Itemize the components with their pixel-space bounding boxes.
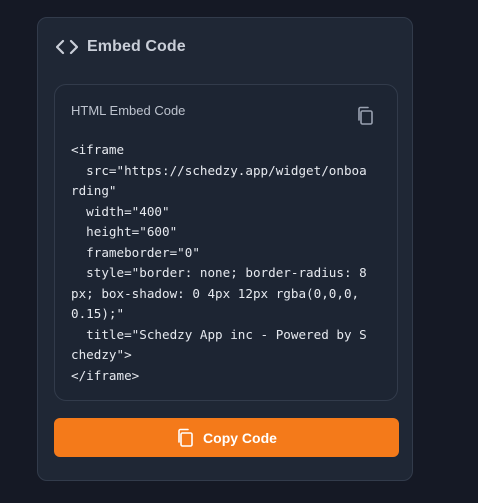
card-title: Embed Code bbox=[87, 38, 186, 55]
code-brackets-icon bbox=[56, 38, 78, 56]
copy-button-label: Copy Code bbox=[203, 429, 277, 446]
card-header: Embed Code bbox=[56, 38, 186, 56]
copy-code-button[interactable]: Copy Code bbox=[54, 418, 399, 457]
code-line: height="600" bbox=[71, 224, 178, 239]
code-line: </iframe> bbox=[71, 367, 140, 383]
code-box: HTML Embed Code <iframe src="https://sch… bbox=[54, 84, 398, 401]
code-line: chedzy"> bbox=[71, 347, 132, 362]
code-line: title="Schedzy App inc - Powered by S bbox=[71, 326, 367, 342]
code-line: frameborder="0" bbox=[71, 244, 200, 260]
embed-code-text[interactable]: <iframe src="https://schedzy.app/widget/… bbox=[71, 140, 383, 386]
code-line: <iframe bbox=[71, 142, 125, 157]
code-line: width="400" bbox=[71, 203, 170, 219]
code-line: 0.15);" bbox=[71, 306, 125, 321]
code-line: rding" bbox=[71, 183, 117, 198]
embed-code-card: Embed Code HTML Embed Code <iframe src="… bbox=[37, 17, 413, 481]
code-line: src="https://schedzy.app/widget/onboa bbox=[71, 162, 367, 178]
code-line: px; box-shadow: 0 4px 12px rgba(0,0,0, bbox=[71, 285, 360, 301]
code-line: style="border: none; border-radius: 8 bbox=[71, 265, 367, 280]
code-box-label: HTML Embed Code bbox=[71, 103, 186, 118]
copy-icon bbox=[176, 428, 194, 448]
copy-icon[interactable] bbox=[355, 105, 375, 127]
